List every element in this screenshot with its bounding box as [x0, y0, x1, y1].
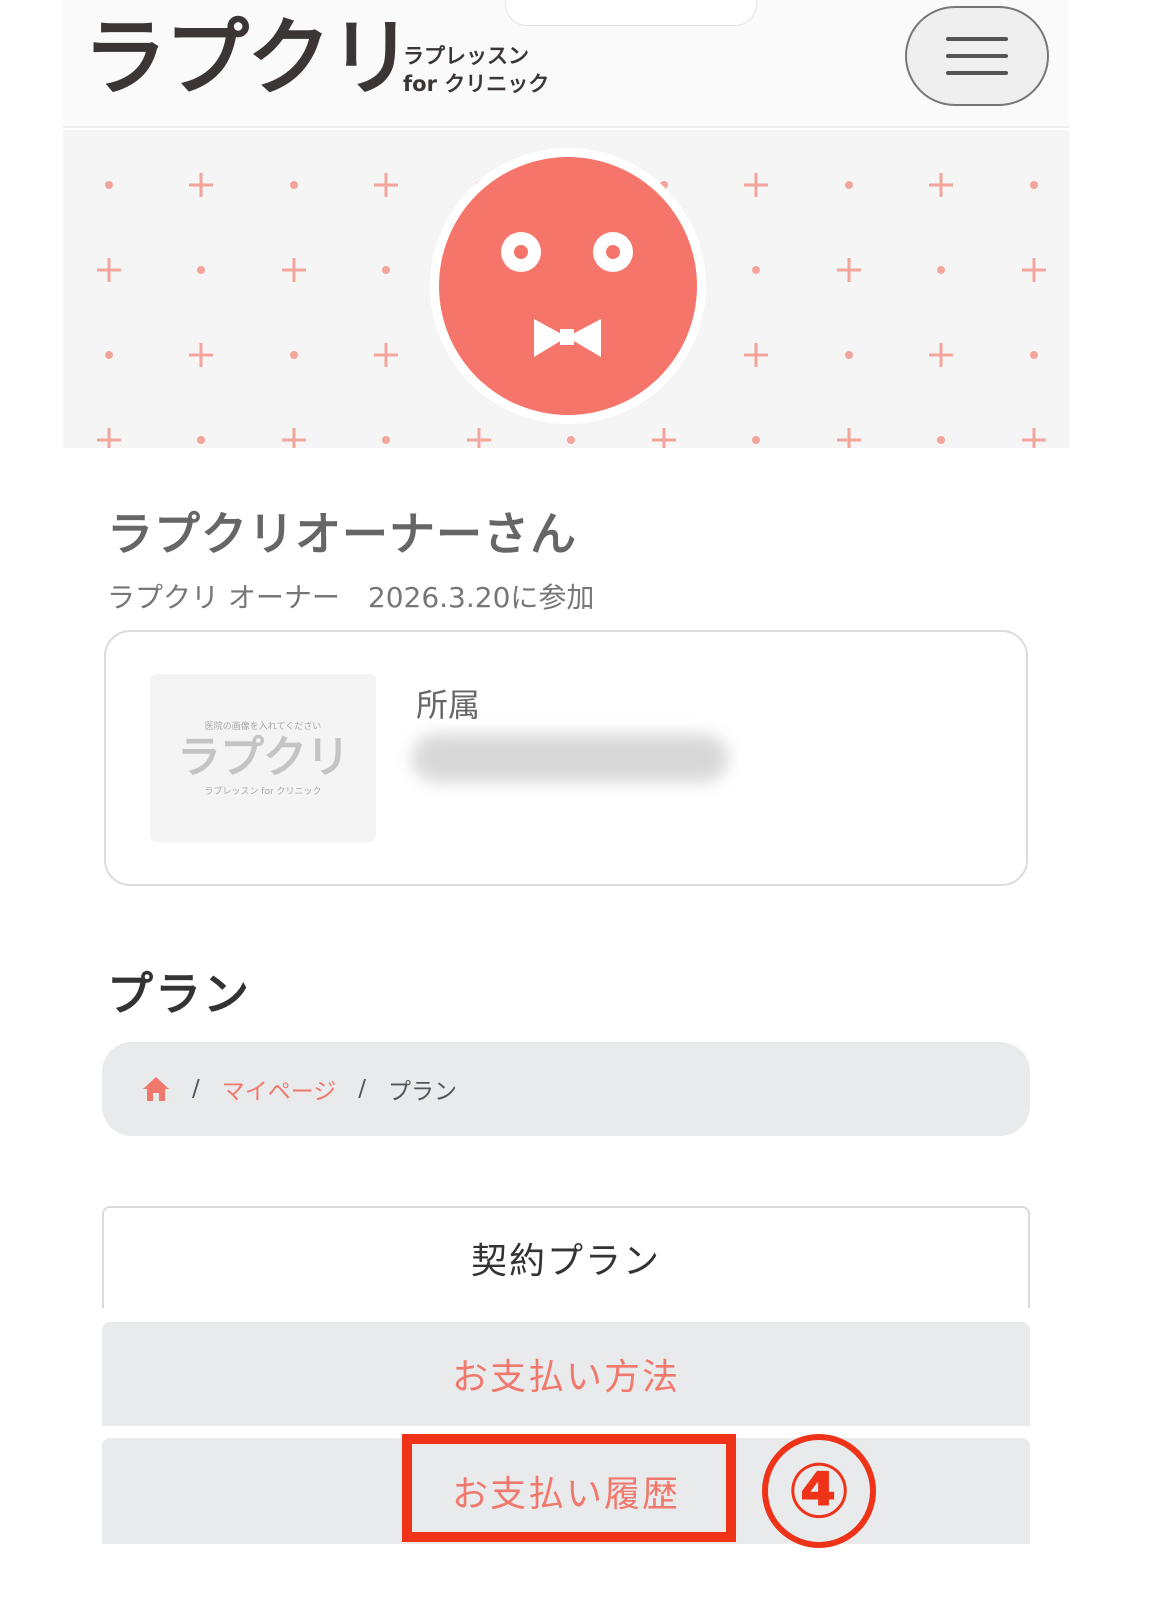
- breadcrumb-mypage-link[interactable]: マイページ: [222, 1072, 337, 1106]
- user-meta: ラプクリ オーナー 2026.3.20に参加: [107, 581, 595, 614]
- affiliation-card: 医院の画像を入れてください ラプクリ ラプレッスン for クリニック 所属: [104, 630, 1028, 886]
- device-notch: [505, 0, 757, 26]
- avatar-face-icon: [439, 157, 697, 415]
- site-logo-subtitle: ラプレッスン for クリニック: [403, 42, 549, 98]
- breadcrumb: / マイページ / プラン: [102, 1042, 1030, 1136]
- affiliation-label: 所属: [416, 686, 481, 724]
- breadcrumb-current: プラン: [388, 1079, 458, 1105]
- tab-payment-method[interactable]: お支払い方法: [102, 1322, 1030, 1426]
- breadcrumb-separator: /: [192, 1076, 200, 1102]
- avatar[interactable]: [430, 148, 706, 424]
- hamburger-menu-icon: [946, 54, 1008, 58]
- logo-subtitle-line2: for クリニック: [403, 72, 550, 96]
- user-name: ラプクリオーナーさん: [107, 507, 577, 561]
- site-logo[interactable]: ラプクリ: [83, 8, 413, 108]
- site-header: ラプクリ ラプレッスン for クリニック: [63, 0, 1069, 128]
- affiliation-value-blurred: [412, 734, 728, 782]
- hamburger-menu-icon: [946, 37, 1008, 41]
- highlight-box: [402, 1434, 736, 1542]
- logo-subtitle-line1: ラプレッスン: [403, 44, 529, 68]
- hamburger-menu-button[interactable]: [905, 6, 1049, 106]
- section-title: プラン: [107, 967, 251, 1021]
- clinic-placeholder-logo: ラプクリ: [177, 732, 350, 783]
- breadcrumb-separator: /: [358, 1076, 367, 1102]
- clinic-placeholder-bottom-text: ラプレッスン for クリニック: [204, 787, 322, 797]
- clinic-placeholder-top-text: 医院の画像を入れてください: [204, 722, 322, 732]
- step-number-marker: ④: [762, 1434, 876, 1548]
- clinic-image-placeholder: 医院の画像を入れてください ラプクリ ラプレッスン for クリニック: [150, 674, 376, 842]
- hamburger-menu-icon: [946, 71, 1008, 75]
- home-icon[interactable]: [142, 1076, 170, 1102]
- tab-contract-plan[interactable]: 契約プラン: [102, 1206, 1030, 1308]
